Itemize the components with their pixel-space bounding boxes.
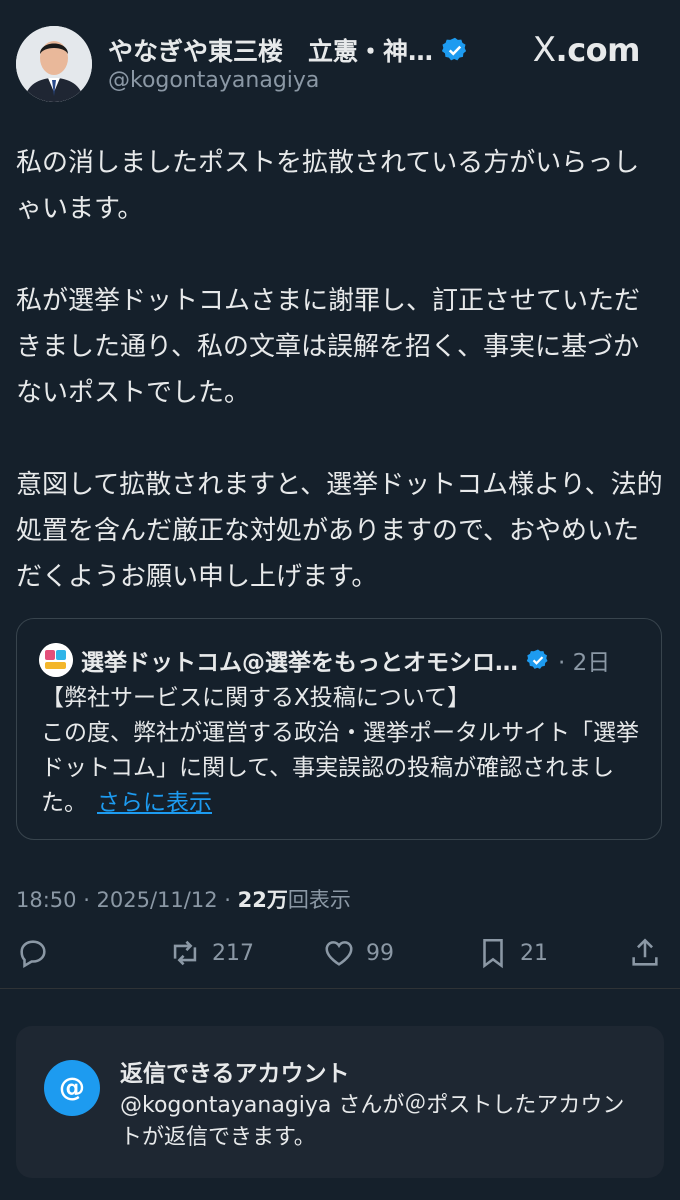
share-button[interactable] (628, 936, 662, 970)
quoted-text: 【弊社サービスに関するX投稿について】 この度、弊社が運営する政治・選挙ポータル… (41, 681, 641, 821)
x-logo-text: .com (555, 31, 641, 69)
reply-settings-title: 返信できるアカウント (120, 1061, 350, 1087)
bookmark-count: 21 (520, 940, 548, 966)
verified-badge-icon (526, 649, 548, 669)
post-timestamp[interactable]: 18:50 · 2025/11/12 · (16, 888, 238, 912)
bookmark-button[interactable]: 21 (476, 936, 548, 970)
reply-icon (20, 940, 46, 969)
quoted-avatar (39, 643, 73, 677)
share-icon (632, 938, 658, 966)
action-bar: 217 99 21 (16, 936, 664, 980)
x-logo: X.com (532, 30, 641, 70)
quoted-author-name[interactable]: 選挙ドットコム@選挙をもっとオモシロ… (81, 643, 518, 677)
like-button[interactable]: 99 (322, 936, 394, 970)
post-metadata: 18:50 · 2025/11/12 · 22万回表示 (16, 884, 351, 914)
divider (0, 988, 680, 989)
author-avatar[interactable] (16, 26, 92, 102)
reply-settings-description: @kogontayanagiya さんが＠ポストしたアカウントが返信できます。 (120, 1093, 625, 1150)
repost-count: 217 (212, 940, 254, 966)
reply-button[interactable] (16, 936, 50, 970)
post-body: 私の消しましたポストを拡散されている方がいらっしゃいます。 私が選挙ドットコムさ… (16, 140, 664, 600)
post-paragraph: 私が選挙ドットコムさまに謝罪し、訂正させていただきました通り、私の文章は誤解を招… (16, 286, 641, 408)
author-name[interactable]: やなぎや東三楼 立憲・神… (108, 32, 433, 68)
author-handle[interactable]: @kogontayanagiya (108, 68, 319, 93)
bookmark-icon (483, 938, 503, 969)
quoted-post[interactable]: 選挙ドットコム@選挙をもっとオモシロ… · 2日 【弊社サービスに関するX投稿に… (16, 618, 662, 840)
post-header: やなぎや東三楼 立憲・神… @kogontayanagiya X.com (16, 26, 664, 106)
repost-icon (173, 940, 197, 966)
verified-badge-icon (441, 37, 467, 61)
repost-button[interactable]: 217 (168, 936, 254, 970)
post-paragraph: 意図して拡散されますと、選挙ドットコム様より、法的処置を含んだ厳正な対処がありま… (16, 470, 663, 592)
views-label: 回表示 (287, 888, 351, 912)
x-logo-icon: X (532, 30, 556, 70)
quoted-date: · 2日 (558, 650, 611, 676)
reply-settings-card: @ 返信できるアカウント @kogontayanagiya さんが＠ポストしたア… (16, 1026, 664, 1178)
like-count: 99 (366, 940, 394, 966)
at-sign-icon: @ (44, 1060, 100, 1116)
show-more-link[interactable]: さらに表示 (97, 790, 212, 816)
post-paragraph: 私の消しましたポストを拡散されている方がいらっしゃいます。 (16, 148, 640, 224)
views-count: 22万 (237, 888, 288, 912)
heart-icon (325, 941, 353, 966)
